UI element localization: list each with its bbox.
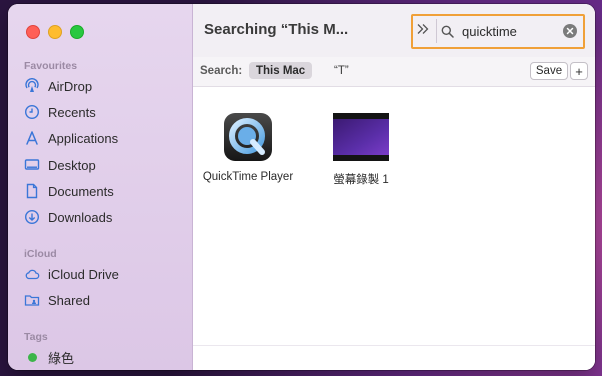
search-scope-bar: Search: This Mac “T” Save + (193, 57, 595, 87)
shared-folder-icon (24, 292, 40, 308)
file-item-quicktime[interactable]: QuickTime Player (200, 111, 296, 183)
finder-window: Favourites AirDrop Recents Applications … (8, 4, 595, 370)
sidebar-item-label: Applications (48, 130, 119, 146)
toolbar: Searching “This M... (193, 4, 595, 58)
sidebar: Favourites AirDrop Recents Applications … (8, 4, 193, 370)
sidebar-section-tags: Tags (24, 331, 48, 343)
file-name: 螢幕錄製 1 (333, 174, 389, 186)
movie-thumbnail-icon (332, 111, 390, 163)
sidebar-item-shared[interactable]: Shared (24, 289, 184, 311)
zoom-window-button[interactable] (70, 25, 84, 39)
search-input[interactable] (462, 23, 562, 39)
document-icon (24, 183, 40, 199)
close-icon (566, 27, 574, 35)
main-content: Searching “This M... quicktime Search: T… (193, 4, 595, 370)
sidebar-item-applications[interactable]: Applications (24, 127, 184, 149)
close-window-button[interactable] (26, 25, 40, 39)
sidebar-item-label: AirDrop (48, 78, 93, 94)
download-icon (24, 209, 40, 225)
clear-search-button[interactable] (563, 24, 577, 38)
sidebar-item-tag-green[interactable]: 綠色 (24, 346, 184, 368)
search-icon (441, 25, 454, 38)
window-title: Searching “This M... (204, 21, 349, 38)
file-item-screen-recording[interactable]: 螢幕錄製 1 (313, 111, 409, 187)
airdrop-icon (24, 78, 40, 94)
sidebar-item-recents[interactable]: Recents (24, 101, 184, 123)
cloud-icon (24, 266, 40, 282)
sidebar-item-label: Shared (48, 292, 90, 308)
sidebar-item-label: 綠色 (48, 350, 75, 366)
sidebar-item-label: Downloads (48, 209, 113, 225)
applications-icon (24, 130, 40, 146)
scope-this-mac-button[interactable]: This Mac (249, 62, 313, 79)
minimize-window-button[interactable] (48, 25, 62, 39)
quicktime-app-icon (222, 111, 274, 163)
desktop-icon (24, 157, 40, 173)
sidebar-item-icloud-drive[interactable]: iCloud Drive (24, 263, 184, 285)
sidebar-section-favourites: Favourites (24, 60, 78, 72)
add-criteria-button[interactable]: + (570, 62, 588, 80)
status-bar (193, 345, 595, 370)
sidebar-item-downloads[interactable]: Downloads (24, 206, 184, 228)
sidebar-item-label: Desktop (48, 157, 96, 173)
sidebar-section-icloud: iCloud (24, 248, 57, 260)
toolbar-separator (436, 19, 437, 43)
sidebar-item-label: Recents (48, 104, 96, 120)
sidebar-item-desktop[interactable]: Desktop (24, 154, 184, 176)
double-chevron-right-icon (416, 22, 430, 40)
toolbar-overflow-button[interactable] (413, 21, 433, 41)
search-scope-label: Search: (200, 65, 243, 77)
scope-current-folder-button[interactable]: “T” (334, 65, 349, 77)
search-field[interactable] (441, 20, 581, 42)
clock-icon (24, 104, 40, 120)
sidebar-item-label: Documents (48, 183, 114, 199)
sidebar-item-documents[interactable]: Documents (24, 180, 184, 202)
tag-color-dot-icon (24, 349, 40, 365)
file-name: QuickTime Player (202, 171, 294, 183)
sidebar-item-label: iCloud Drive (48, 266, 119, 282)
save-search-button[interactable]: Save (530, 62, 568, 80)
sidebar-item-airdrop[interactable]: AirDrop (24, 75, 184, 97)
window-controls (26, 25, 84, 39)
